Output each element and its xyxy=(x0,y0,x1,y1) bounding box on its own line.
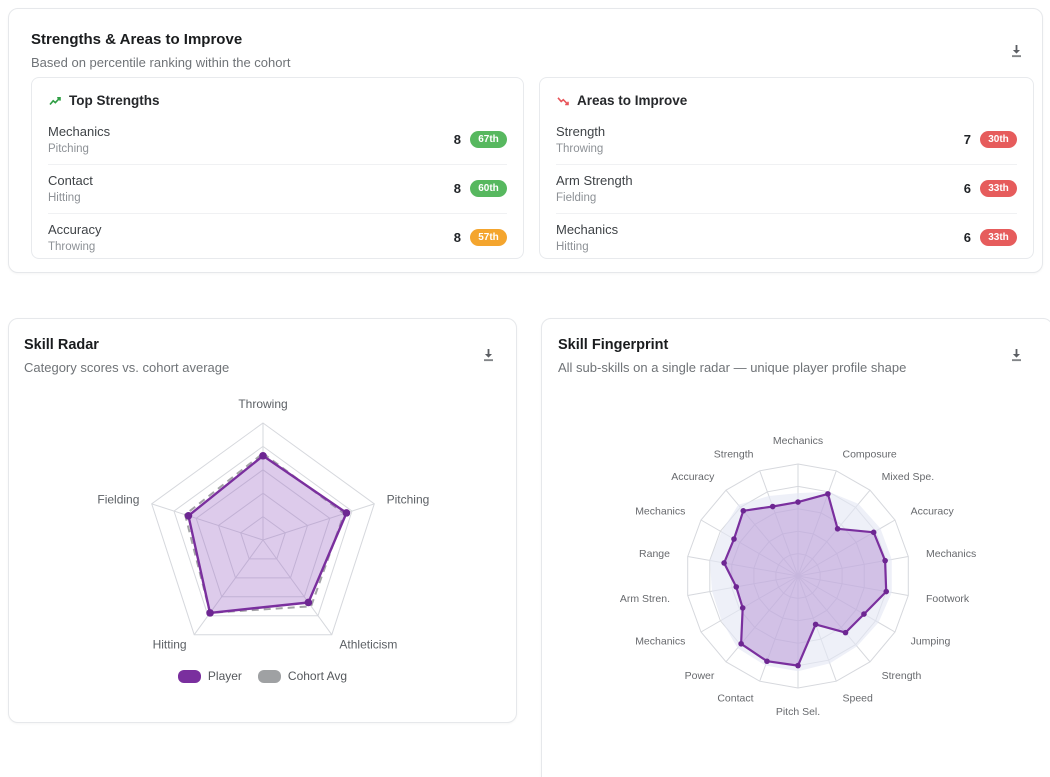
svg-text:Composure: Composure xyxy=(843,448,897,460)
fingerprint-title: Skill Fingerprint xyxy=(558,337,906,353)
svg-text:Strength: Strength xyxy=(882,670,922,682)
skill-score: 8 xyxy=(454,181,461,196)
percentile-badge: 33th xyxy=(980,180,1017,197)
strength-row: Accuracy Throwing 8 57th xyxy=(48,213,507,262)
legend-label: Cohort Avg xyxy=(288,669,347,683)
download-arrow-icon xyxy=(1008,43,1025,60)
percentile-badge: 57th xyxy=(470,229,507,246)
percentile-badge: 67th xyxy=(470,131,507,148)
svg-text:Mechanics: Mechanics xyxy=(926,548,976,560)
svg-text:Footwork: Footwork xyxy=(926,593,970,605)
radar-legend: Player Cohort Avg xyxy=(9,669,516,683)
improve-row: Strength Throwing 7 30th xyxy=(556,116,1017,164)
skill-name: Strength xyxy=(556,124,605,139)
strength-row: Contact Hitting 8 60th xyxy=(48,164,507,213)
svg-text:Speed: Speed xyxy=(843,693,874,705)
strengths-panel: Strengths & Areas to Improve Based on pe… xyxy=(8,8,1043,273)
svg-text:Range: Range xyxy=(639,548,670,560)
svg-text:Pitch Sel.: Pitch Sel. xyxy=(776,706,820,718)
skill-category: Hitting xyxy=(556,241,618,253)
svg-text:Mixed Spe.: Mixed Spe. xyxy=(882,471,935,483)
improve-row: Arm Strength Fielding 6 33th xyxy=(556,164,1017,213)
skill-category: Throwing xyxy=(556,143,605,155)
skill-name: Accuracy xyxy=(48,222,101,237)
svg-text:Mechanics: Mechanics xyxy=(773,435,823,447)
skill-name: Arm Strength xyxy=(556,173,633,188)
areas-to-improve-card: Areas to Improve Strength Throwing 7 30t… xyxy=(539,77,1034,259)
skill-score: 7 xyxy=(964,132,971,147)
trending-up-icon xyxy=(48,95,62,107)
svg-text:Hitting: Hitting xyxy=(153,638,187,652)
skill-category: Pitching xyxy=(48,143,110,155)
cohort-swatch xyxy=(258,670,281,683)
download-icon[interactable] xyxy=(1006,43,1026,63)
svg-text:Accuracy: Accuracy xyxy=(911,506,955,518)
percentile-badge: 60th xyxy=(470,180,507,197)
panel-title: Strengths & Areas to Improve xyxy=(31,31,290,48)
player-swatch xyxy=(178,670,201,683)
skill-radar-title: Skill Radar xyxy=(24,337,229,353)
percentile-badge: 30th xyxy=(980,131,1017,148)
svg-text:Power: Power xyxy=(685,670,715,682)
skill-category: Fielding xyxy=(556,192,633,204)
skill-radar-card: Skill Radar Category scores vs. cohort a… xyxy=(8,318,517,723)
download-icon[interactable] xyxy=(478,347,498,367)
trending-down-icon xyxy=(556,95,570,107)
skill-name: Mechanics xyxy=(48,124,110,139)
svg-text:Mechanics: Mechanics xyxy=(635,506,685,518)
skill-category: Hitting xyxy=(48,192,93,204)
fingerprint-chart: Mechanics Composure Mixed Spe. Accuracy Mech… xyxy=(542,389,1050,777)
panel-subtitle: Based on percentile ranking within the c… xyxy=(31,55,290,70)
skill-score: 8 xyxy=(454,132,461,147)
top-strengths-card: Top Strengths Mechanics Pitching 8 67th … xyxy=(31,77,524,259)
svg-text:Accuracy: Accuracy xyxy=(671,471,715,483)
svg-text:Mechanics: Mechanics xyxy=(635,636,685,648)
skill-name: Mechanics xyxy=(556,222,618,237)
svg-text:Throwing: Throwing xyxy=(238,397,287,411)
download-icon[interactable] xyxy=(1006,347,1026,367)
svg-text:Fielding: Fielding xyxy=(97,492,139,506)
improve-row: Mechanics Hitting 6 33th xyxy=(556,213,1017,262)
skill-score: 6 xyxy=(964,230,971,245)
percentile-badge: 33th xyxy=(980,229,1017,246)
skill-radar-subtitle: Category scores vs. cohort average xyxy=(24,360,229,375)
svg-text:Jumping: Jumping xyxy=(911,636,951,648)
skill-category: Throwing xyxy=(48,241,101,253)
legend-item-player[interactable]: Player xyxy=(178,669,242,683)
svg-text:Athleticism: Athleticism xyxy=(339,638,397,652)
legend-label: Player xyxy=(208,669,242,683)
top-strengths-title: Top Strengths xyxy=(69,93,160,108)
skill-score: 6 xyxy=(964,181,971,196)
fingerprint-subtitle: All sub-skills on a single radar — uniqu… xyxy=(558,360,906,375)
svg-text:Arm Stren.: Arm Stren. xyxy=(620,593,670,605)
download-arrow-icon xyxy=(1008,347,1025,364)
svg-text:Strength: Strength xyxy=(714,448,754,460)
skill-name: Contact xyxy=(48,173,93,188)
skill-radar-chart: Throwing Pitching Athleticism Hitting Fieldi… xyxy=(9,381,518,671)
skill-fingerprint-card: Skill Fingerprint All sub-skills on a si… xyxy=(541,318,1050,777)
legend-item-cohort[interactable]: Cohort Avg xyxy=(258,669,347,683)
svg-text:Contact: Contact xyxy=(717,693,753,705)
svg-text:Pitching: Pitching xyxy=(387,492,430,506)
skill-score: 8 xyxy=(454,230,461,245)
areas-to-improve-title: Areas to Improve xyxy=(577,93,687,108)
download-arrow-icon xyxy=(480,347,497,364)
strength-row: Mechanics Pitching 8 67th xyxy=(48,116,507,164)
